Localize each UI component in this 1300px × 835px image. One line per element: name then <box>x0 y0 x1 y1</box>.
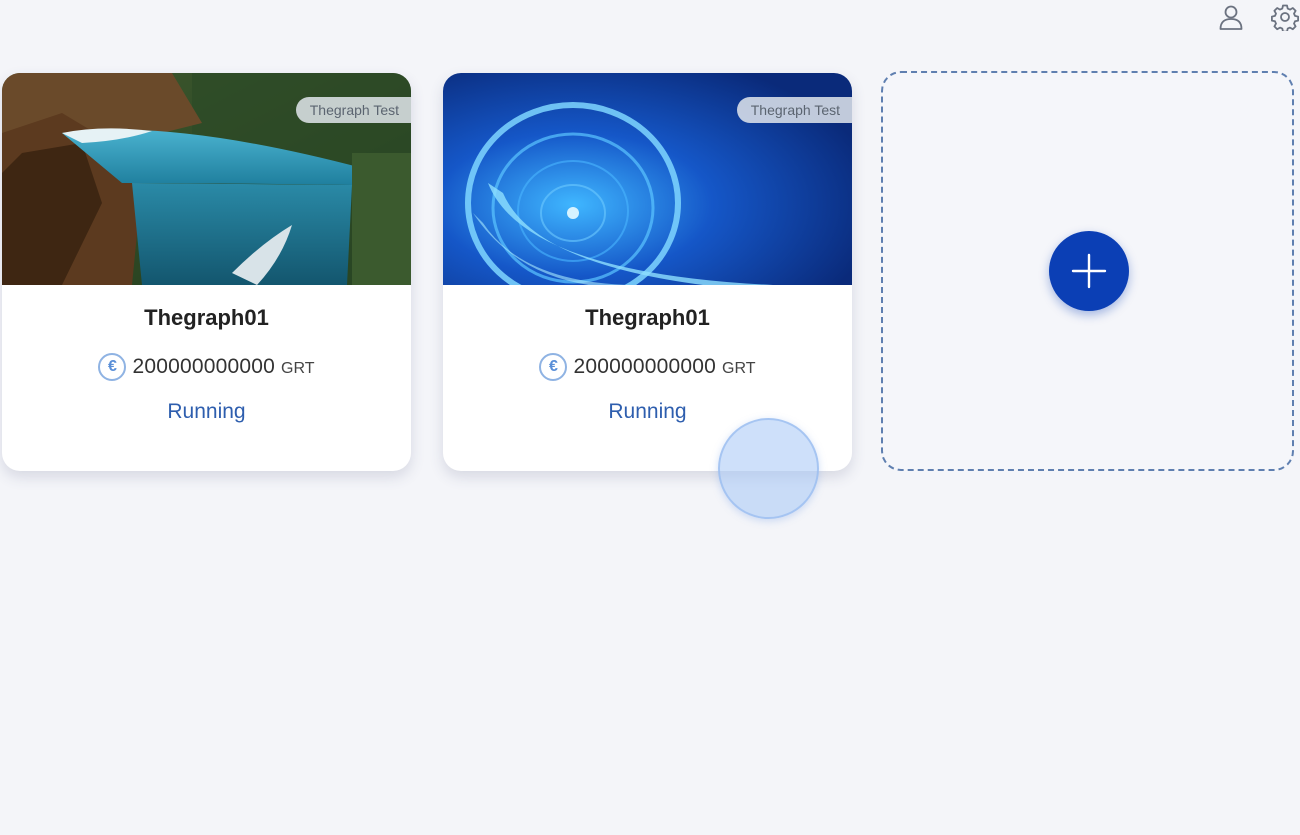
indexer-card[interactable]: Thegraph Test Thegraph01 € 200000000000 … <box>443 73 852 471</box>
card-status: Running <box>167 400 246 423</box>
card-status: Running <box>608 400 687 423</box>
gear-icon[interactable] <box>1270 2 1300 32</box>
card-amount-row: € 200000000000 GRT <box>2 353 411 381</box>
touch-indicator <box>718 418 819 519</box>
card-thumbnail-tunnel: Thegraph Test <box>443 73 852 285</box>
card-thumbnail-cliff: Thegraph Test <box>2 73 411 285</box>
app-root: Thegraph Test Thegraph01 € 200000000000 … <box>0 0 1300 835</box>
user-icon[interactable] <box>1216 2 1246 32</box>
plus-icon <box>1071 253 1107 289</box>
euro-coin-icon: € <box>98 353 127 381</box>
add-button[interactable] <box>1049 231 1129 311</box>
card-amount: 200000000000 <box>573 355 717 378</box>
card-title: Thegraph01 <box>585 305 710 330</box>
card-title: Thegraph01 <box>144 305 269 330</box>
add-card[interactable] <box>881 71 1294 471</box>
indexer-card[interactable]: Thegraph Test Thegraph01 € 200000000000 … <box>2 73 411 471</box>
euro-coin-icon: € <box>539 353 568 381</box>
card-tag: Thegraph Test <box>295 97 411 123</box>
card-amount-row: € 200000000000 GRT <box>443 353 852 381</box>
card-amount: 200000000000 <box>132 355 276 378</box>
card-tag: Thegraph Test <box>736 97 852 123</box>
card-unit: GRT <box>722 359 756 377</box>
card-unit: GRT <box>281 359 315 377</box>
